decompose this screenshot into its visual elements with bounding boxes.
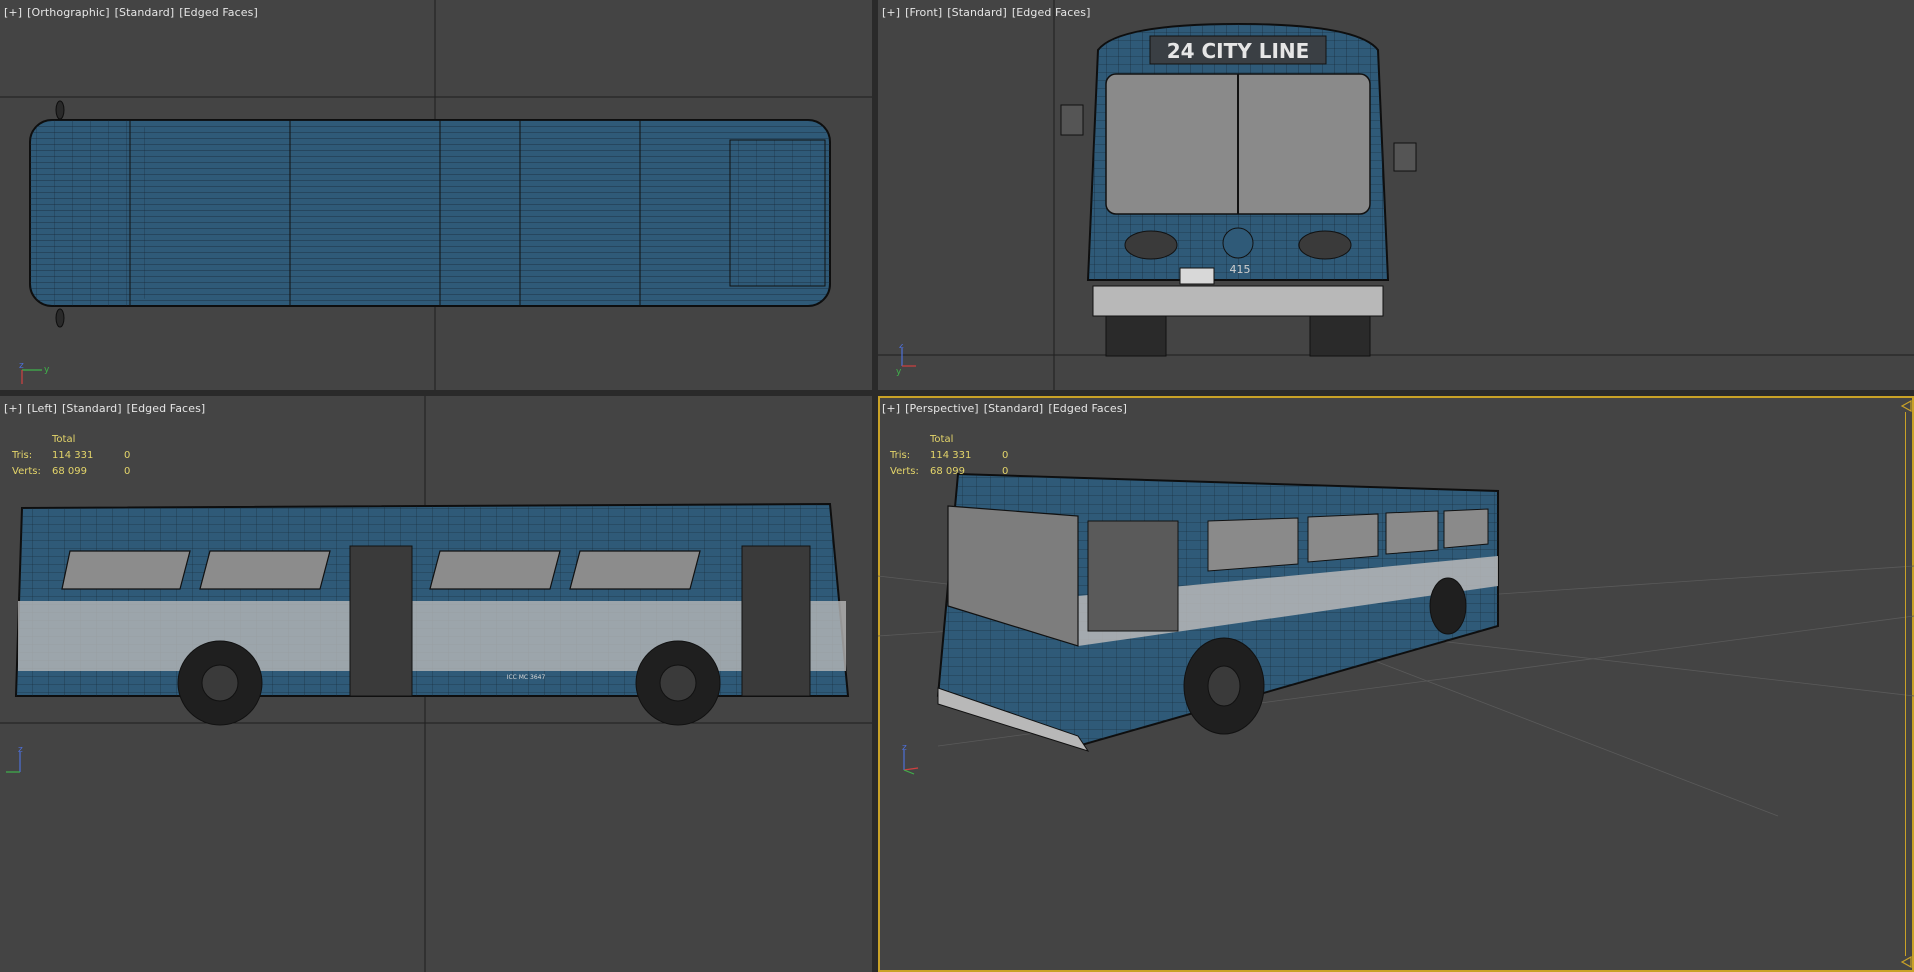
viewport-orthographic[interactable]: [+] [Orthographic] [Standard] [Edged Faces]…	[0, 0, 872, 390]
viewport-plus-menu[interactable]: [+]	[882, 6, 900, 19]
viewport-plus-menu[interactable]: [+]	[4, 402, 22, 415]
viewport-label-perspective[interactable]: [+] [Perspective] [Standard] [Edged Faces]	[882, 402, 1132, 415]
viewport-front[interactable]: 24 CITY LINE 415 [+] [Front] [Standard] [Ed…	[878, 0, 1914, 390]
bus-left-view: ICC MC 3647	[0, 396, 872, 972]
verts-total: 68 099	[52, 466, 87, 477]
fleet-number: 415	[1230, 263, 1251, 276]
viewport-faces-menu[interactable]: [Edged Faces]	[179, 6, 258, 19]
verts-selected: 0	[1002, 466, 1009, 477]
svg-text:z: z	[18, 746, 23, 755]
viewport-plus-menu[interactable]: [+]	[4, 6, 22, 19]
bus-front-view: 24 CITY LINE 415	[878, 0, 1914, 390]
tris-label: Tris:	[890, 450, 911, 461]
viewport-faces-menu[interactable]: [Edged Faces]	[1048, 402, 1127, 415]
svg-text:z: z	[899, 344, 904, 351]
viewport-label-left[interactable]: [+] [Left] [Standard] [Edged Faces]	[4, 402, 210, 415]
viewport-edge-line	[1905, 412, 1906, 956]
bus-top-view	[0, 0, 872, 390]
viewport-shading-menu[interactable]: [Standard]	[947, 6, 1007, 19]
tris-total: 114 331	[52, 450, 94, 461]
svg-text:z: z	[902, 744, 907, 753]
viewport-faces-menu[interactable]: [Edged Faces]	[127, 402, 206, 415]
svg-text:y: y	[896, 367, 902, 376]
viewport-shading-menu[interactable]: [Standard]	[62, 402, 122, 415]
viewport-left[interactable]: ICC MC 3647 [+] [Left] [Standard] [Edged Fa…	[0, 396, 872, 972]
stats-verts-row: Verts: 68 099 0	[12, 464, 144, 480]
viewport-view-menu[interactable]: [Left]	[27, 402, 57, 415]
tris-selected: 0	[124, 450, 131, 461]
viewport-shading-menu[interactable]: [Standard]	[984, 402, 1044, 415]
svg-text:z: z	[19, 361, 24, 371]
viewport-label-front[interactable]: [+] [Front] [Standard] [Edged Faces]	[882, 6, 1096, 19]
tris-selected: 0	[1002, 450, 1009, 461]
stats-header-row: Total	[12, 432, 144, 448]
viewport-collapse-top-icon[interactable]	[1900, 400, 1912, 412]
stats-header-row: Total	[890, 432, 1022, 448]
stats-tris-row: Tris: 114 331 0	[12, 448, 144, 464]
stats-panel: Total Tris: 114 331 0 Verts: 68 099 0	[12, 432, 144, 480]
axis-gizmo-icon: z y	[896, 344, 916, 376]
verts-label: Verts:	[12, 466, 41, 477]
viewport-collapse-bottom-icon[interactable]	[1900, 956, 1912, 968]
verts-label: Verts:	[890, 466, 919, 477]
viewport-faces-menu[interactable]: [Edged Faces]	[1012, 6, 1091, 19]
stats-verts-row: Verts: 68 099 0	[890, 464, 1022, 480]
viewport-plus-menu[interactable]: [+]	[882, 402, 900, 415]
viewport-view-menu[interactable]: [Orthographic]	[27, 6, 109, 19]
verts-total: 68 099	[930, 466, 965, 477]
stats-tris-row: Tris: 114 331 0	[890, 448, 1022, 464]
viewport-perspective[interactable]: [+] [Perspective] [Standard] [Edged Faces] …	[878, 396, 1914, 972]
verts-selected: 0	[124, 466, 131, 477]
stats-header: Total	[930, 434, 954, 445]
stats-panel: Total Tris: 114 331 0 Verts: 68 099 0	[890, 432, 1022, 480]
axis-gizmo-icon: y z	[19, 361, 50, 384]
viewport-label-orthographic[interactable]: [+] [Orthographic] [Standard] [Edged Faces]	[4, 6, 263, 19]
viewport-view-menu[interactable]: [Perspective]	[905, 402, 979, 415]
stats-header: Total	[52, 434, 76, 445]
tris-total: 114 331	[930, 450, 972, 461]
viewport-shading-menu[interactable]: [Standard]	[115, 6, 175, 19]
bus-perspective-view	[878, 472, 1914, 817]
axis-gizmo-icon: z	[6, 746, 23, 773]
viewport-view-menu[interactable]: [Front]	[905, 6, 942, 19]
tris-label: Tris:	[12, 450, 33, 461]
svg-text:y: y	[44, 365, 50, 375]
plate-text: ICC MC 3647	[507, 674, 546, 681]
destination-sign: 24 CITY LINE	[1167, 39, 1310, 63]
axis-gizmo-icon: z	[902, 744, 919, 775]
